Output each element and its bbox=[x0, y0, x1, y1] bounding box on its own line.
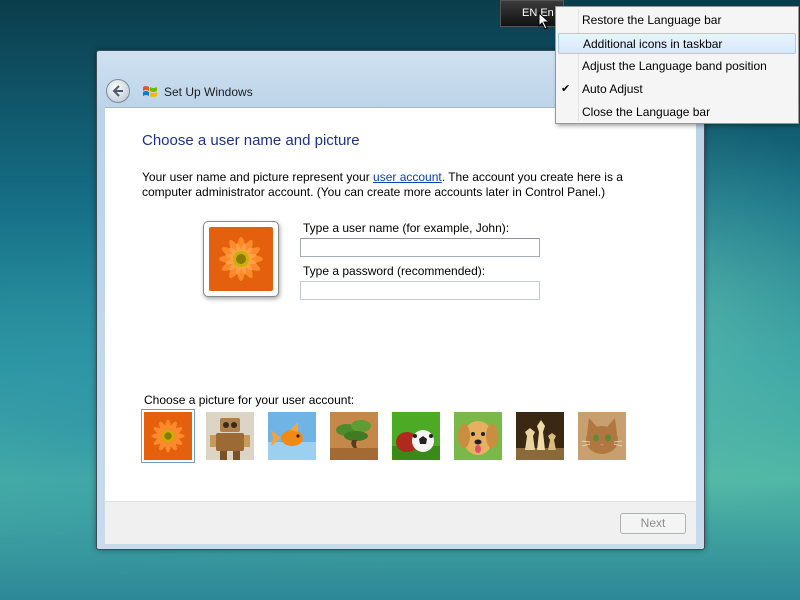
picture-option-chess[interactable] bbox=[516, 412, 564, 460]
description-part-1: Your user name and picture represent you… bbox=[142, 170, 374, 184]
picture-chooser-label: Choose a picture for your user account: bbox=[144, 393, 355, 407]
puppy-icon bbox=[454, 412, 502, 460]
username-input[interactable] bbox=[300, 238, 540, 257]
robot-icon bbox=[206, 412, 254, 460]
menu-item-additional-icons[interactable]: Additional icons in taskbar bbox=[558, 33, 796, 54]
chess-pieces-icon bbox=[516, 412, 564, 460]
picture-option-robot[interactable] bbox=[206, 412, 254, 460]
page-heading: Choose a user name and picture bbox=[142, 132, 360, 149]
menu-item-label: Adjust the Language band position bbox=[582, 59, 767, 73]
password-input[interactable] bbox=[300, 281, 540, 300]
windows-flag-icon bbox=[143, 86, 157, 97]
window-title: Set Up Windows bbox=[164, 85, 253, 99]
menu-item-adjust-band-position[interactable]: Adjust the Language band position bbox=[558, 56, 796, 77]
mouse-cursor-icon bbox=[538, 12, 551, 30]
picture-option-kitten[interactable] bbox=[578, 412, 626, 460]
content-pane: Choose a user name and picture Your user… bbox=[105, 107, 696, 502]
menu-item-label: Restore the Language bar bbox=[582, 13, 722, 27]
menu-item-auto-adjust[interactable]: ✔ Auto Adjust bbox=[558, 79, 796, 100]
language-bar-context-menu: Restore the Language bar Additional icon… bbox=[555, 6, 799, 124]
flower-icon bbox=[144, 412, 192, 460]
goldfish-icon bbox=[268, 412, 316, 460]
picture-option-flower[interactable] bbox=[141, 409, 195, 463]
user-account-link[interactable]: user account bbox=[373, 170, 442, 184]
kitten-icon bbox=[578, 412, 626, 460]
back-arrow-icon bbox=[112, 85, 123, 97]
next-button[interactable]: Next bbox=[620, 513, 686, 534]
soccer-ball-icon bbox=[392, 412, 440, 460]
picture-option-goldfish[interactable] bbox=[268, 412, 316, 460]
username-label: Type a user name (for example, John): bbox=[303, 221, 510, 235]
menu-item-label: Auto Adjust bbox=[582, 82, 643, 96]
bonsai-tree-icon bbox=[330, 412, 378, 460]
back-button[interactable] bbox=[106, 79, 130, 103]
selected-avatar bbox=[203, 221, 279, 297]
description-text: Your user name and picture represent you… bbox=[142, 170, 642, 200]
picture-option-soccer-ball[interactable] bbox=[392, 412, 440, 460]
footer-bar: Next bbox=[105, 501, 696, 544]
menu-item-close-language-bar[interactable]: Close the Language bar bbox=[558, 102, 796, 123]
checkmark-icon: ✔ bbox=[561, 83, 571, 95]
menu-item-label: Additional icons in taskbar bbox=[583, 37, 723, 51]
picture-option-puppy[interactable] bbox=[454, 412, 502, 460]
password-label: Type a password (recommended): bbox=[303, 264, 486, 278]
flower-icon bbox=[209, 227, 273, 291]
setup-window: Set Up Windows Choose a user name and pi… bbox=[96, 50, 705, 550]
menu-item-restore-language-bar[interactable]: Restore the Language bar bbox=[558, 10, 796, 31]
picture-option-bonsai[interactable] bbox=[330, 412, 378, 460]
menu-item-label: Close the Language bar bbox=[582, 105, 711, 119]
